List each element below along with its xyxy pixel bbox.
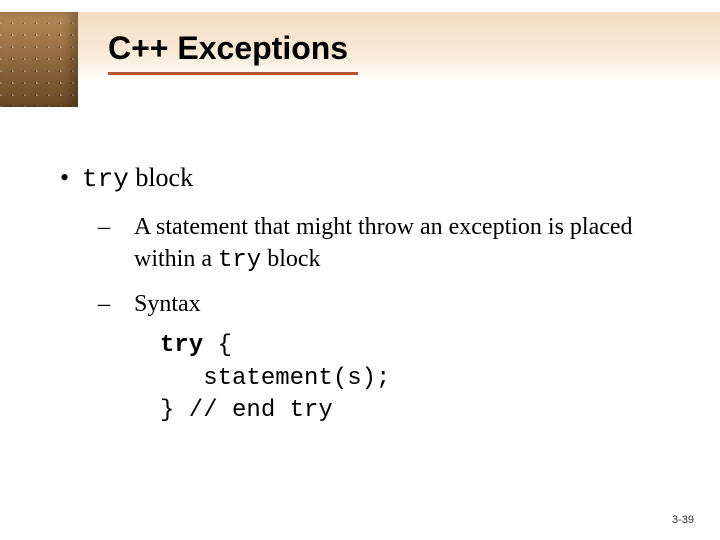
code-line2: statement(s); xyxy=(160,365,390,392)
sub1-prefix: A statement that might throw an exceptio… xyxy=(134,214,633,272)
title-underline xyxy=(108,72,358,75)
code-line3: } // end try xyxy=(160,397,333,424)
subbullet-syntax: –Syntax xyxy=(116,288,680,320)
slide: C++ Exceptions •try block –A statement t… xyxy=(0,0,720,540)
dash-marker: – xyxy=(116,211,134,243)
sub1-suffix: block xyxy=(261,246,320,272)
bullet-marker: • xyxy=(60,160,82,195)
code-line1-keyword: try xyxy=(160,332,203,359)
sub2-label: Syntax xyxy=(134,291,201,317)
bullet-text: block xyxy=(129,163,193,192)
decorative-corner-image xyxy=(0,12,78,107)
code-block: try { statement(s); } // end try xyxy=(160,330,680,427)
subbullet-statement: –A statement that might throw an excepti… xyxy=(116,211,680,278)
sub1-code: try xyxy=(218,247,261,274)
dash-marker: – xyxy=(116,288,134,320)
header: C++ Exceptions xyxy=(0,12,720,82)
code-line1-brace: { xyxy=(203,332,232,359)
content-area: •try block –A statement that might throw… xyxy=(60,160,680,427)
bullet-try-block: •try block xyxy=(60,160,680,197)
bullet-code: try xyxy=(82,164,129,194)
page-number: 3-39 xyxy=(672,514,694,526)
slide-title: C++ Exceptions xyxy=(108,30,348,67)
